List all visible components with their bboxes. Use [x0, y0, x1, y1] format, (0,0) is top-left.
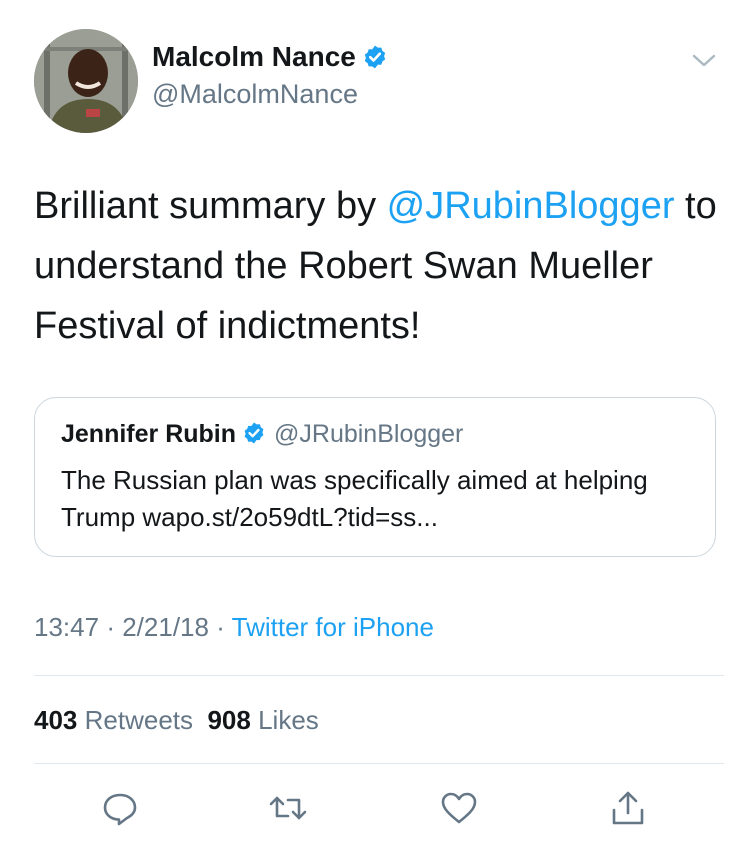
reply-button[interactable]	[98, 786, 142, 830]
verified-badge-icon	[244, 422, 264, 444]
author-name[interactable]: Malcolm Nance	[152, 40, 388, 74]
chevron-down-icon[interactable]	[690, 46, 718, 74]
author-name-text[interactable]: Malcolm Nance	[152, 41, 356, 72]
retweets-label: Retweets	[84, 705, 194, 735]
likes-label: Likes	[258, 705, 319, 735]
mention-link[interactable]: @JRubinBlogger	[387, 185, 675, 227]
retweet-icon	[269, 796, 307, 820]
heart-icon	[441, 792, 477, 824]
likes-count: 908	[207, 705, 251, 735]
avatar[interactable]	[34, 29, 138, 133]
tweet-source-link[interactable]: Twitter for iPhone	[232, 612, 434, 642]
like-button[interactable]	[437, 786, 481, 830]
meta-separator: ·	[106, 612, 115, 642]
tweet-date[interactable]: 2/21/18	[122, 612, 209, 642]
meta-separator: ·	[216, 612, 225, 642]
author-handle[interactable]: @MalcolmNance	[152, 78, 358, 110]
verified-badge-icon	[364, 45, 386, 69]
retweet-button[interactable]	[266, 786, 310, 830]
quoted-tweet-text: The Russian plan was specifically aimed …	[61, 465, 648, 532]
tweet-text: Brilliant summary by @JRubinBlogger to u…	[34, 176, 724, 356]
tweet-stats: 403 Retweets 908 Likes	[34, 704, 319, 736]
share-icon	[612, 791, 644, 825]
tweet-text-part1: Brilliant summary by	[34, 185, 387, 227]
quoted-tweet-card[interactable]: Jennifer Rubin @JRubinBlogger The Russia…	[34, 397, 716, 557]
share-button[interactable]	[606, 786, 650, 830]
likes-stat[interactable]: 908 Likes	[207, 705, 318, 735]
quoted-author-handle: @JRubinBlogger	[274, 420, 464, 448]
retweets-stat[interactable]: 403 Retweets	[34, 705, 193, 735]
divider	[34, 675, 724, 676]
quoted-author: Jennifer Rubin @JRubinBlogger	[61, 418, 463, 450]
divider	[34, 763, 724, 764]
retweets-count: 403	[34, 705, 78, 735]
tweet-time[interactable]: 13:47	[34, 612, 99, 642]
quoted-author-name: Jennifer Rubin	[61, 420, 237, 448]
reply-icon	[103, 793, 137, 826]
tweet-meta: 13:47 · 2/21/18 · Twitter for iPhone	[34, 611, 434, 643]
